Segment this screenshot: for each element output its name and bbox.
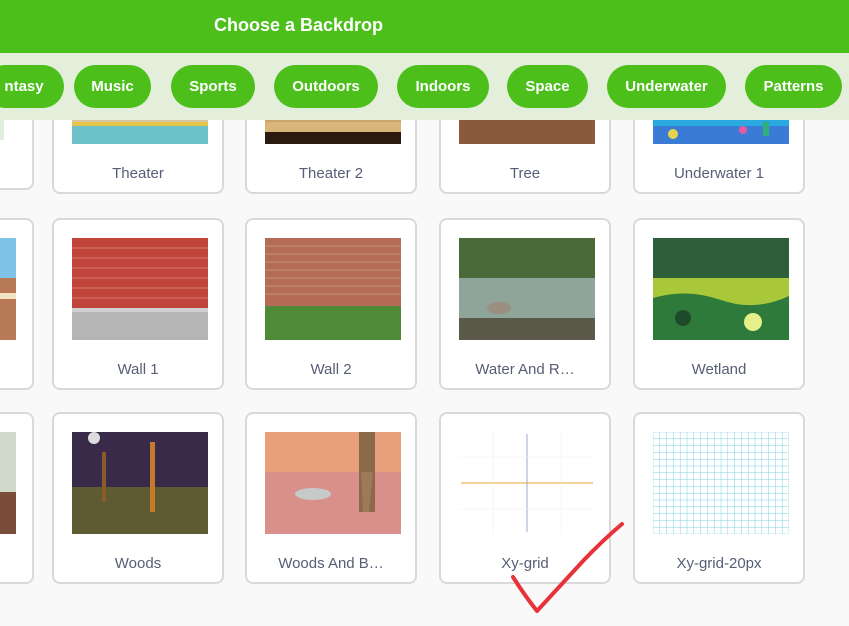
filter-indoors[interactable]: Indoors [397,65,489,108]
backdrop-card-xy-grid[interactable]: Xy-grid [439,412,611,584]
filter-outdoors[interactable]: Outdoors [274,65,378,108]
backdrop-label: Tree [509,165,541,182]
backdrop-label: Woods [114,555,162,572]
backdrop-thumbnail [459,432,595,534]
backdrop-card-partial[interactable] [0,412,34,584]
backdrop-label: Xy-grid-20px [676,555,762,572]
backdrop-card-woods[interactable]: Woods [52,412,224,584]
backdrop-label: Wall 2 [310,361,352,378]
backdrop-thumbnail [0,120,4,140]
backdrop-card-water-and-rocks[interactable]: Water And R… [439,218,611,390]
modal-title: Choose a Backdrop [214,15,384,35]
filter-underwater[interactable]: Underwater [607,65,726,108]
backdrop-card-wetland[interactable]: Wetland [633,218,805,390]
backdrop-thumbnail [0,238,16,340]
backdrop-thumbnail [653,238,789,340]
backdrop-label: Water And R… [475,361,575,378]
filter-music[interactable]: Music [74,65,151,108]
category-filter-bar: ntasy Music Sports Outdoors Indoors Spac… [0,53,849,120]
modal-header: Choose a Backdrop [0,0,849,53]
backdrop-label: Xy-grid [501,555,549,572]
backdrop-thumbnail [459,120,595,144]
backdrop-thumbnail [72,120,208,144]
backdrop-thumbnail [459,238,595,340]
backdrop-card-theater[interactable]: Theater [52,120,224,194]
backdrop-thumbnail [653,432,789,534]
backdrop-thumbnail [265,120,401,144]
backdrop-card-partial[interactable] [0,218,34,390]
backdrop-thumbnail [72,432,208,534]
backdrop-card-tree[interactable]: Tree [439,120,611,194]
filter-sports[interactable]: Sports [171,65,255,108]
backdrop-label: Wetland [691,361,747,378]
backdrop-thumbnail [0,432,16,534]
backdrop-thumbnail [265,432,401,534]
backdrop-label: Wall 1 [117,361,159,378]
backdrop-label: Theater 2 [298,165,364,182]
backdrop-label: Underwater 1 [673,165,765,182]
backdrop-card-partial[interactable] [0,120,34,190]
filter-patterns[interactable]: Patterns [745,65,842,108]
backdrop-label: Woods And B… [278,555,384,572]
backdrop-thumbnail [265,238,401,340]
backdrop-card-woods-and-bench[interactable]: Woods And B… [245,412,417,584]
backdrop-card-xy-grid-20px[interactable]: Xy-grid-20px [633,412,805,584]
filter-fantasy[interactable]: ntasy [0,65,64,108]
backdrop-thumbnail [72,238,208,340]
backdrop-card-theater-2[interactable]: Theater 2 [245,120,417,194]
backdrop-label: Theater [112,165,164,182]
backdrop-card-underwater-1[interactable]: Underwater 1 [633,120,805,194]
backdrop-grid: Theater Theater 2 Tree Underwater 1 Wall… [0,120,849,626]
backdrop-thumbnail [653,120,789,144]
backdrop-card-wall-2[interactable]: Wall 2 [245,218,417,390]
filter-space[interactable]: Space [507,65,588,108]
backdrop-card-wall-1[interactable]: Wall 1 [52,218,224,390]
